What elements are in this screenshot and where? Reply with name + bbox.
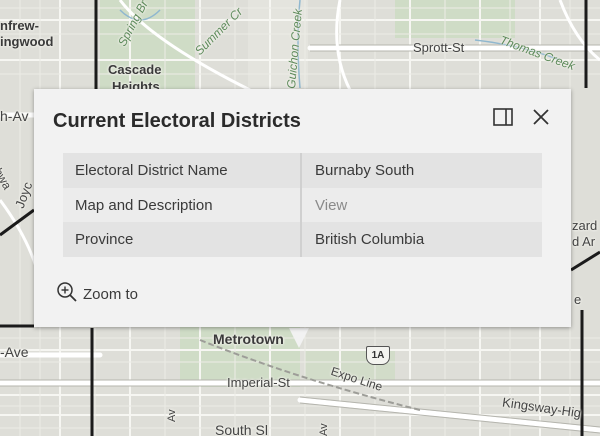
map-label-ave-left-2: -Ave — [0, 344, 29, 360]
zoom-to-button[interactable]: Zoom to — [56, 281, 138, 307]
map-label-right-3: e — [574, 292, 582, 307]
zoom-to-label: Zoom to — [83, 285, 139, 303]
popup-pointer — [289, 328, 309, 348]
dock-panel-icon[interactable] — [491, 105, 515, 129]
feature-popup: Current Electoral Districts Electoral Di… — [34, 89, 571, 327]
map-label-south-slope: South Sl — [215, 422, 268, 436]
zoom-in-icon — [56, 281, 78, 307]
attribute-key: Map and Description — [63, 187, 302, 223]
table-row: Electoral District Name Burnaby South — [63, 153, 542, 188]
table-row: Province British Columbia — [63, 222, 542, 258]
close-icon[interactable] — [529, 105, 553, 129]
attribute-value-cell: View — [301, 187, 542, 223]
popup-title: Current Electoral Districts — [53, 110, 301, 132]
attribute-value: Burnaby South — [301, 153, 542, 188]
map-label-imperial-st: Imperial-St — [227, 375, 290, 390]
attribute-key: Province — [63, 222, 302, 258]
table-row: Map and Description View — [63, 187, 542, 223]
map-label-right-1: zard — [572, 218, 598, 233]
map-label-av-bottom: Av — [166, 409, 178, 422]
map-label-av-bottom-2: Av — [318, 423, 330, 436]
view-link[interactable]: View — [315, 197, 347, 214]
highway-shield-1a: 1A — [366, 346, 390, 365]
map-label-ave-left: h-Av — [0, 108, 29, 124]
map-label-metrotown: Metrotown — [213, 331, 284, 347]
map-label-sprott-st: Sprott-St — [413, 40, 465, 55]
map-label-right-2: d Ar — [572, 234, 596, 249]
map-label-renfrew: nfrew- — [0, 18, 39, 33]
attribute-table: Electoral District Name Burnaby South Ma… — [63, 153, 542, 258]
attribute-value: British Columbia — [301, 222, 542, 258]
attribute-key: Electoral District Name — [63, 153, 302, 188]
map-label-cascade: Cascade — [108, 62, 162, 77]
map-label-collingwood: ingwood — [0, 34, 54, 49]
popup-actions — [491, 105, 553, 129]
